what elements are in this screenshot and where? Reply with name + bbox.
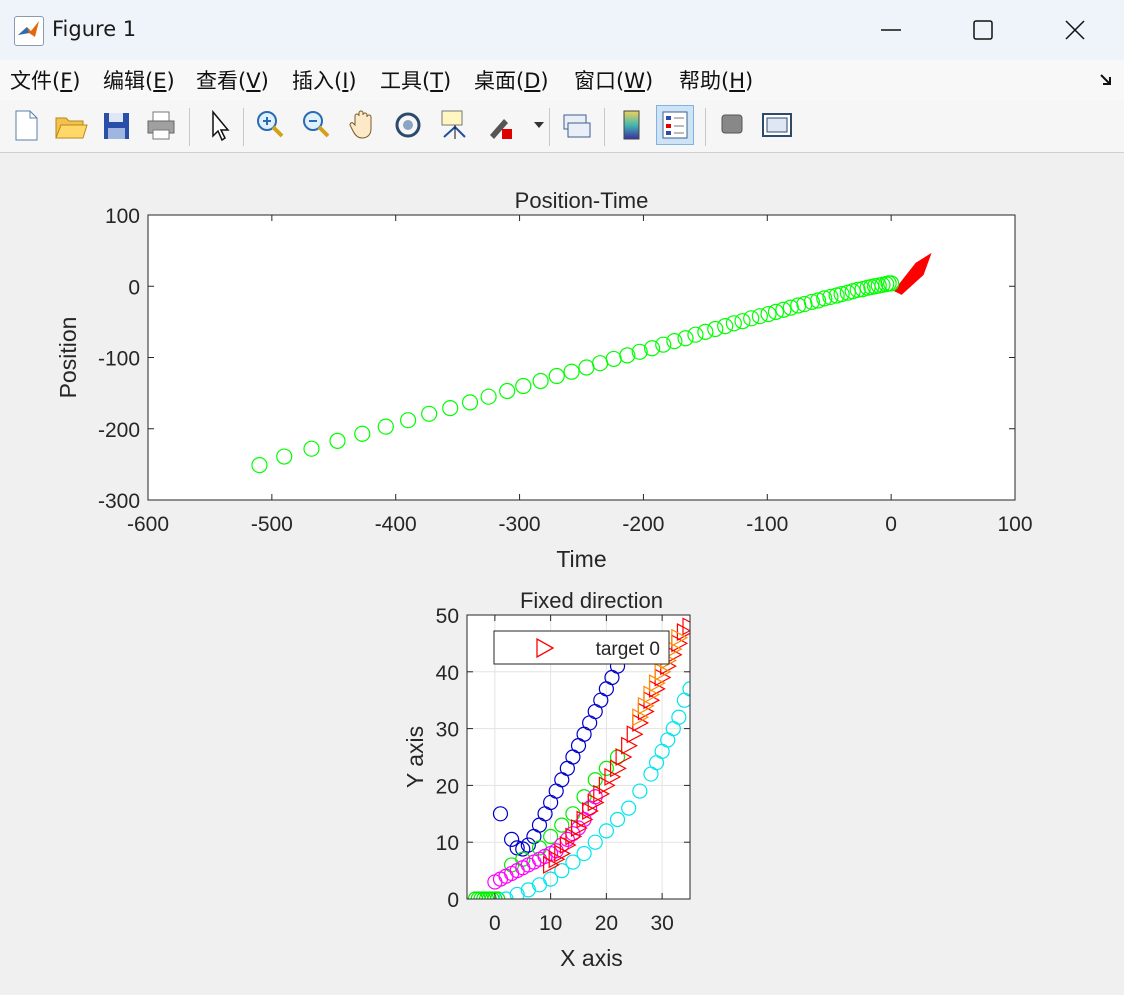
x-tick-label: -500 [251, 513, 293, 536]
y-tick-label: 20 [436, 775, 459, 798]
y-tick-label: -200 [98, 419, 140, 442]
x-tick-label: -600 [127, 513, 169, 536]
y-tick-label: 0 [447, 889, 459, 912]
fixed-direction-chart: 0 10 20 30 50 40 30 20 10 0 Fixed direction X axis Y… [402, 588, 691, 971]
x-tick-label: 100 [997, 513, 1032, 536]
chart-title: Fixed direction [520, 588, 663, 613]
y-axis-label: Y axis [402, 726, 428, 788]
y-tick-label: 40 [436, 662, 459, 685]
position-time-chart: -600 -500 -400 -300 -200 -100 0 100 100 0 -100 -200… [55, 188, 1033, 572]
y-tick-label: 30 [436, 719, 459, 742]
y-tick-label: -300 [98, 490, 140, 513]
y-tick-label: 100 [105, 205, 140, 228]
x-tick-label: -300 [499, 513, 541, 536]
y-tick-label: 50 [436, 605, 459, 628]
x-tick-label: 30 [650, 912, 673, 935]
chart-title: Position-Time [515, 188, 649, 213]
x-tick-label: 0 [885, 513, 897, 536]
y-axis-label: Position [55, 317, 81, 399]
legend-label: target 0 [596, 639, 660, 660]
figure-canvas: -600 -500 -400 -300 -200 -100 0 1001000-100-200… [55, 188, 1033, 971]
x-tick-label: -200 [622, 513, 664, 536]
y-tick-label: 10 [436, 832, 459, 855]
y-tick-label: -100 [98, 348, 140, 371]
x-tick-label: 20 [595, 912, 618, 935]
plot-area [148, 215, 1015, 500]
x-tick-label: 10 [539, 912, 562, 935]
x-axis-label: X axis [560, 945, 623, 971]
x-tick-label: 0 [489, 912, 501, 935]
x-axis-label: Time [556, 546, 606, 572]
x-tick-label: -400 [375, 513, 417, 536]
x-tick-label: -100 [746, 513, 788, 536]
y-tick-label: 0 [128, 276, 140, 299]
